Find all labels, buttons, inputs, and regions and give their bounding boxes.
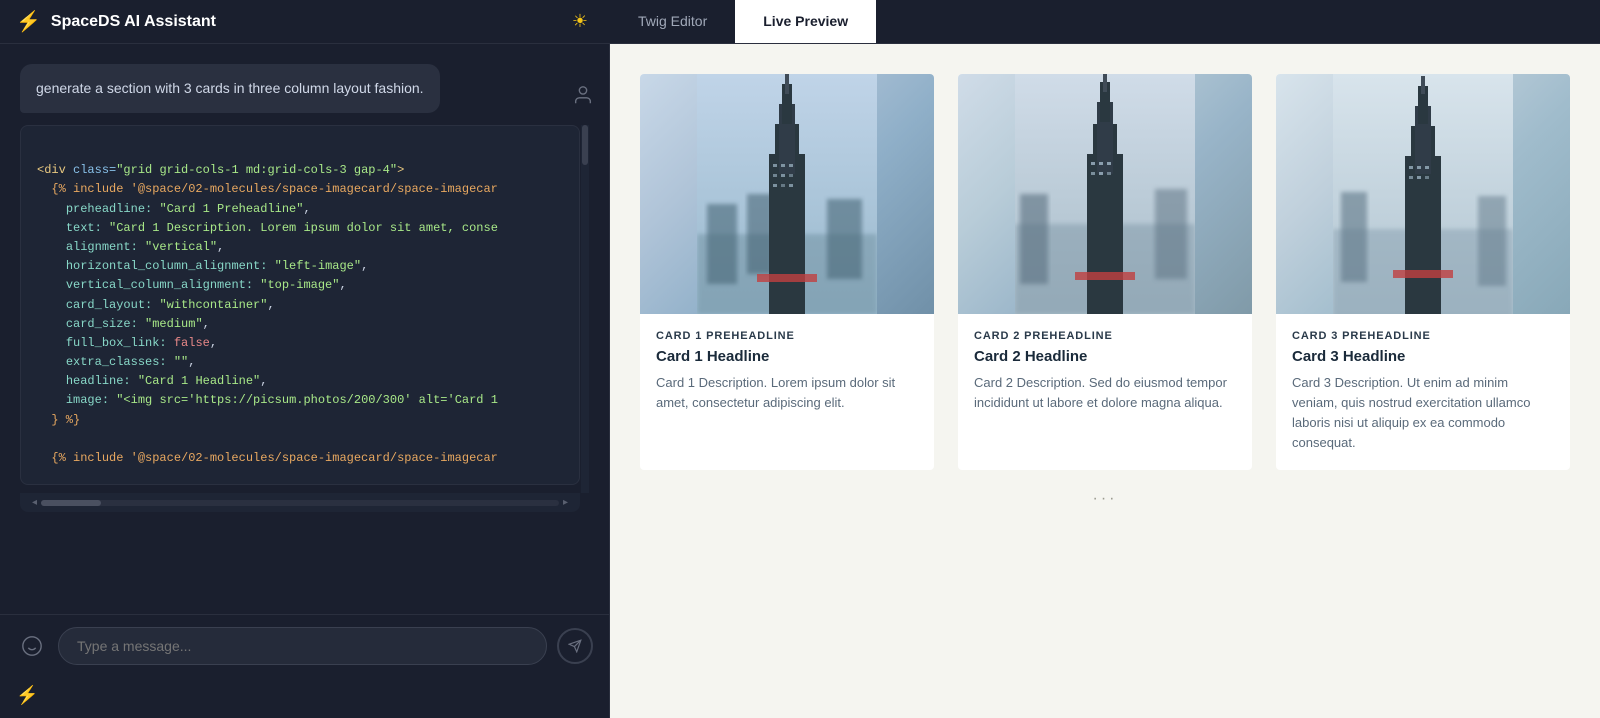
card-3-image [1276, 74, 1570, 314]
chat-panel: generate a section with 3 cards in three… [0, 44, 610, 718]
tab-twig-editor[interactable]: Twig Editor [610, 0, 735, 43]
card-1-img-placeholder [640, 74, 934, 314]
horiz-scroll-thumb[interactable] [41, 500, 101, 506]
card-2-headline: Card 2 Headline [974, 348, 1236, 365]
emoji-button[interactable] [16, 630, 48, 662]
footer-lightning-icon[interactable]: ⚡ [16, 685, 38, 706]
user-message-bubble: generate a section with 3 cards in three… [20, 64, 440, 113]
card-1: CARD 1 PREHEADLINE Card 1 Headline Card … [640, 74, 934, 470]
chat-messages[interactable]: generate a section with 3 cards in three… [0, 44, 609, 614]
card-1-image [640, 74, 934, 314]
card-3: CARD 3 PREHEADLINE Card 3 Headline Card … [1276, 74, 1570, 470]
card-2-preheadline: CARD 2 PREHEADLINE [974, 330, 1236, 342]
building-svg-3 [1333, 74, 1513, 314]
header-left: ⚡ SpaceDS AI Assistant ☀ [0, 8, 610, 36]
building-svg-2 [1015, 74, 1195, 314]
cards-grid: CARD 1 PREHEADLINE Card 1 Headline Card … [640, 74, 1570, 470]
card-2-description: Card 2 Description. Sed do eiusmod tempo… [974, 373, 1236, 413]
tab-live-preview[interactable]: Live Preview [735, 0, 876, 43]
card-3-preheadline: CARD 3 PREHEADLINE [1292, 330, 1554, 342]
preview-bottom-indicator: ··· [640, 470, 1570, 508]
scroll-right-icon[interactable]: ▸ [559, 497, 572, 508]
card-2-image [958, 74, 1252, 314]
code-block[interactable]: <div class="grid grid-cols-1 md:grid-col… [20, 125, 580, 485]
app-title: SpaceDS AI Assistant [51, 13, 216, 31]
user-avatar-icon [567, 79, 599, 111]
main-layout: generate a section with 3 cards in three… [0, 44, 1600, 718]
send-button[interactable] [557, 628, 593, 664]
header-tabs: Twig Editor Live Preview [610, 0, 1600, 43]
card-1-description: Card 1 Description. Lorem ipsum dolor si… [656, 373, 918, 413]
code-scrollbar-thumb[interactable] [582, 125, 588, 165]
header: ⚡ SpaceDS AI Assistant ☀ Twig Editor Liv… [0, 0, 1600, 44]
preview-panel[interactable]: CARD 1 PREHEADLINE Card 1 Headline Card … [610, 44, 1600, 718]
building-svg-1 [697, 74, 877, 314]
card-1-preheadline: CARD 1 PREHEADLINE [656, 330, 918, 342]
user-message-text: generate a section with 3 cards in three… [36, 80, 424, 96]
card-3-headline: Card 3 Headline [1292, 348, 1554, 365]
code-vertical-scrollbar[interactable] [581, 125, 589, 493]
horiz-scroll-track[interactable] [41, 500, 559, 506]
card-2-img-placeholder [958, 74, 1252, 314]
card-3-img-placeholder [1276, 74, 1570, 314]
chat-input[interactable] [58, 627, 547, 665]
sun-icon[interactable]: ☀ [566, 8, 594, 36]
lightning-logo-icon: ⚡ [16, 9, 41, 34]
card-2: CARD 2 PREHEADLINE Card 2 Headline Card … [958, 74, 1252, 470]
card-1-headline: Card 1 Headline [656, 348, 918, 365]
scroll-left-icon[interactable]: ◂ [28, 497, 41, 508]
message-wrapper: generate a section with 3 cards in three… [20, 64, 589, 125]
card-1-body: CARD 1 PREHEADLINE Card 1 Headline Card … [640, 314, 934, 429]
card-3-body: CARD 3 PREHEADLINE Card 3 Headline Card … [1276, 314, 1570, 470]
horizontal-scrollbar[interactable]: ◂ ▸ [20, 493, 580, 512]
chat-footer: ⚡ [0, 677, 609, 718]
code-block-container: <div class="grid grid-cols-1 md:grid-col… [20, 125, 589, 493]
card-3-description: Card 3 Description. Ut enim ad minim ven… [1292, 373, 1554, 454]
card-2-body: CARD 2 PREHEADLINE Card 2 Headline Card … [958, 314, 1252, 429]
chat-input-area [0, 614, 609, 677]
